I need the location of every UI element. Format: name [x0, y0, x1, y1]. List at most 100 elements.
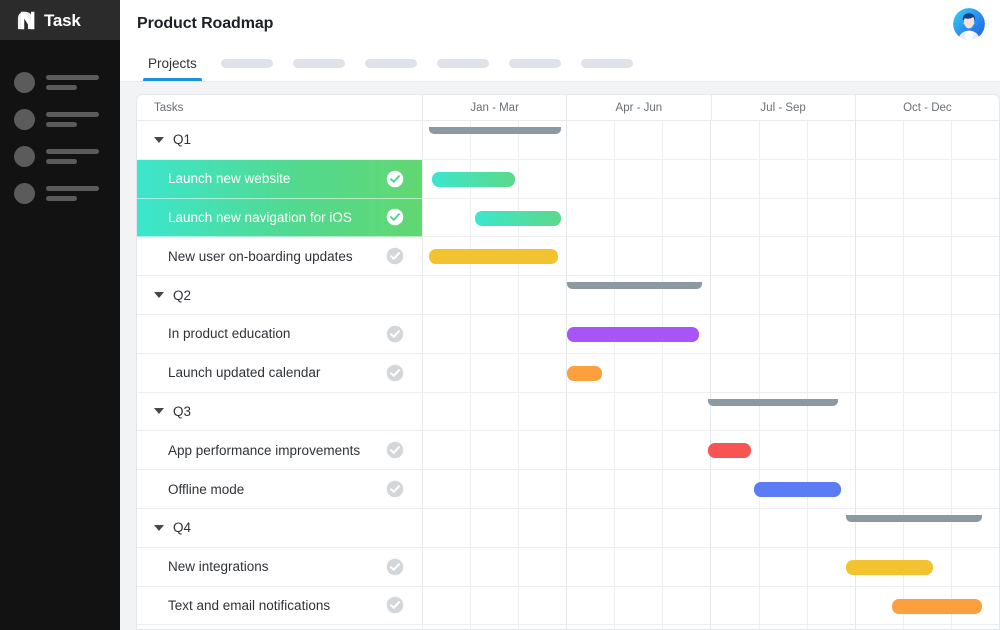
page-title: Product Roadmap	[137, 15, 273, 33]
gantt-task-label: New user on-boarding updates	[168, 249, 353, 264]
sidebar-item-4[interactable]	[0, 175, 120, 212]
check-circle-filled-icon[interactable]	[386, 170, 404, 188]
gantt-group-bar[interactable]	[429, 127, 561, 134]
main-area: Product Roadmap	[120, 0, 1000, 630]
sidebar-item-3[interactable]	[0, 138, 120, 175]
gantt-panel: Tasks Jan - Mar Apr - Jun Jul - Sep Oct …	[136, 94, 1000, 630]
gantt-task-row[interactable]: Launch updated calendar	[137, 354, 422, 393]
gantt-header-q3-label: Jul - Sep	[760, 102, 805, 114]
check-circle-muted-icon[interactable]	[386, 596, 404, 614]
gantt-body: Q1 Launch new website Launch new navigatio…	[137, 121, 999, 629]
tab-placeholder-6[interactable]	[571, 46, 643, 81]
check-circle-muted-icon[interactable]	[386, 364, 404, 382]
gantt-task-row[interactable]: In product education	[137, 315, 422, 354]
avatar-placeholder-icon	[14, 146, 35, 167]
user-avatar-button[interactable]	[953, 8, 985, 40]
gantt-task-label: Launch new navigation for iOS	[168, 210, 352, 225]
gantt-task-label: New integrations	[168, 559, 269, 574]
gantt-header-tasks-label: Tasks	[154, 102, 183, 114]
logo-text: Task	[44, 12, 81, 29]
gantt-bars	[423, 121, 999, 629]
user-avatar-icon	[953, 8, 985, 40]
tab-placeholder-4[interactable]	[427, 46, 499, 81]
gantt-task-label: Launch updated calendar	[168, 365, 320, 380]
gantt-group-row[interactable]: Q1	[137, 121, 422, 160]
gantt-header-q4-label: Oct - Dec	[903, 102, 952, 114]
check-circle-muted-icon[interactable]	[386, 441, 404, 459]
gantt-header-q2-label: Apr - Jun	[616, 102, 663, 114]
caret-down-icon[interactable]	[154, 137, 164, 143]
gantt-task-label: Offline mode	[168, 482, 244, 497]
app-root: Task	[0, 0, 1000, 630]
gantt-task-label: In product education	[168, 326, 290, 341]
gantt-task-bar[interactable]	[708, 443, 751, 458]
gantt-panel-area: Tasks Jan - Mar Apr - Jun Jul - Sep Oct …	[120, 82, 1000, 630]
gantt-task-bar[interactable]	[432, 172, 516, 187]
gantt-task-bar[interactable]	[429, 249, 559, 264]
caret-down-icon[interactable]	[154, 292, 164, 298]
check-circle-muted-icon[interactable]	[386, 558, 404, 576]
avatar-placeholder-icon	[14, 109, 35, 130]
avatar-placeholder-icon	[14, 72, 35, 93]
tab-projects[interactable]: Projects	[134, 46, 211, 81]
logo-bar[interactable]: Task	[0, 0, 120, 40]
gantt-task-row[interactable]: App performance improvements	[137, 431, 422, 470]
gantt-group-row[interactable]: Q2	[137, 276, 422, 315]
sidebar-item-2-text-placeholder	[46, 112, 99, 127]
sidebar: Task	[0, 0, 120, 630]
sidebar-item-1[interactable]	[0, 64, 120, 101]
gantt-header-q2[interactable]: Apr - Jun	[567, 95, 711, 120]
gantt-task-label: Launch new website	[168, 171, 290, 186]
check-circle-muted-icon[interactable]	[386, 480, 404, 498]
gantt-task-bar[interactable]	[846, 560, 932, 575]
gantt-task-bar[interactable]	[754, 482, 840, 497]
gantt-group-label: Q2	[173, 288, 191, 303]
sidebar-item-3-text-placeholder	[46, 149, 99, 164]
gantt-group-label: Q1	[173, 132, 191, 147]
gantt-task-row[interactable]: New user on-boarding updates	[137, 237, 422, 276]
gantt-task-bar[interactable]	[475, 211, 561, 226]
tab-projects-label: Projects	[148, 56, 197, 71]
gantt-task-row[interactable]: Offline mode	[137, 470, 422, 509]
gantt-task-row[interactable]: New integrations	[137, 548, 422, 587]
gantt-group-label: Q3	[173, 404, 191, 419]
sidebar-item-1-text-placeholder	[46, 75, 99, 90]
gantt-header-q1[interactable]: Jan - Mar	[423, 95, 567, 120]
gantt-task-bar[interactable]	[567, 327, 699, 342]
gantt-task-column: Q1 Launch new website Launch new navigatio…	[137, 121, 423, 629]
gantt-group-row[interactable]: Q3	[137, 393, 422, 432]
gantt-task-row[interactable]: Launch new navigation for iOS	[137, 199, 422, 238]
gantt-task-row[interactable]: Launch new website	[137, 160, 422, 199]
gantt-task-row[interactable]: Text and email notifications	[137, 587, 422, 626]
gantt-header-row: Tasks Jan - Mar Apr - Jun Jul - Sep Oct …	[137, 95, 999, 121]
gantt-group-bar[interactable]	[846, 515, 981, 522]
tab-bar: Projects	[120, 47, 1000, 82]
gantt-task-bar[interactable]	[567, 366, 602, 381]
caret-down-icon[interactable]	[154, 525, 164, 531]
check-circle-muted-icon[interactable]	[386, 325, 404, 343]
tab-placeholder-2[interactable]	[283, 46, 355, 81]
gantt-timeline-column	[423, 121, 999, 629]
check-circle-filled-icon[interactable]	[386, 208, 404, 226]
sidebar-item-2[interactable]	[0, 101, 120, 138]
tab-placeholder-5[interactable]	[499, 46, 571, 81]
gantt-group-row[interactable]: Q4	[137, 509, 422, 548]
gantt-header-q1-label: Jan - Mar	[470, 102, 519, 114]
gantt-group-bar[interactable]	[567, 282, 702, 289]
gantt-task-label: Text and email notifications	[168, 598, 330, 613]
check-circle-muted-icon[interactable]	[386, 247, 404, 265]
gantt-task-label: App performance improvements	[168, 443, 360, 458]
tab-placeholder-1[interactable]	[211, 46, 283, 81]
top-bar: Product Roadmap	[120, 0, 1000, 47]
n-ribbon-logo-icon	[16, 10, 37, 31]
sidebar-nav-list	[0, 40, 120, 212]
gantt-header-q3[interactable]: Jul - Sep	[712, 95, 856, 120]
avatar-placeholder-icon	[14, 183, 35, 204]
gantt-header-tasks[interactable]: Tasks	[137, 95, 423, 120]
caret-down-icon[interactable]	[154, 408, 164, 414]
tab-placeholder-3[interactable]	[355, 46, 427, 81]
gantt-group-label: Q4	[173, 520, 191, 535]
gantt-task-bar[interactable]	[892, 599, 981, 614]
gantt-group-bar[interactable]	[708, 399, 838, 406]
gantt-header-q4[interactable]: Oct - Dec	[856, 95, 999, 120]
